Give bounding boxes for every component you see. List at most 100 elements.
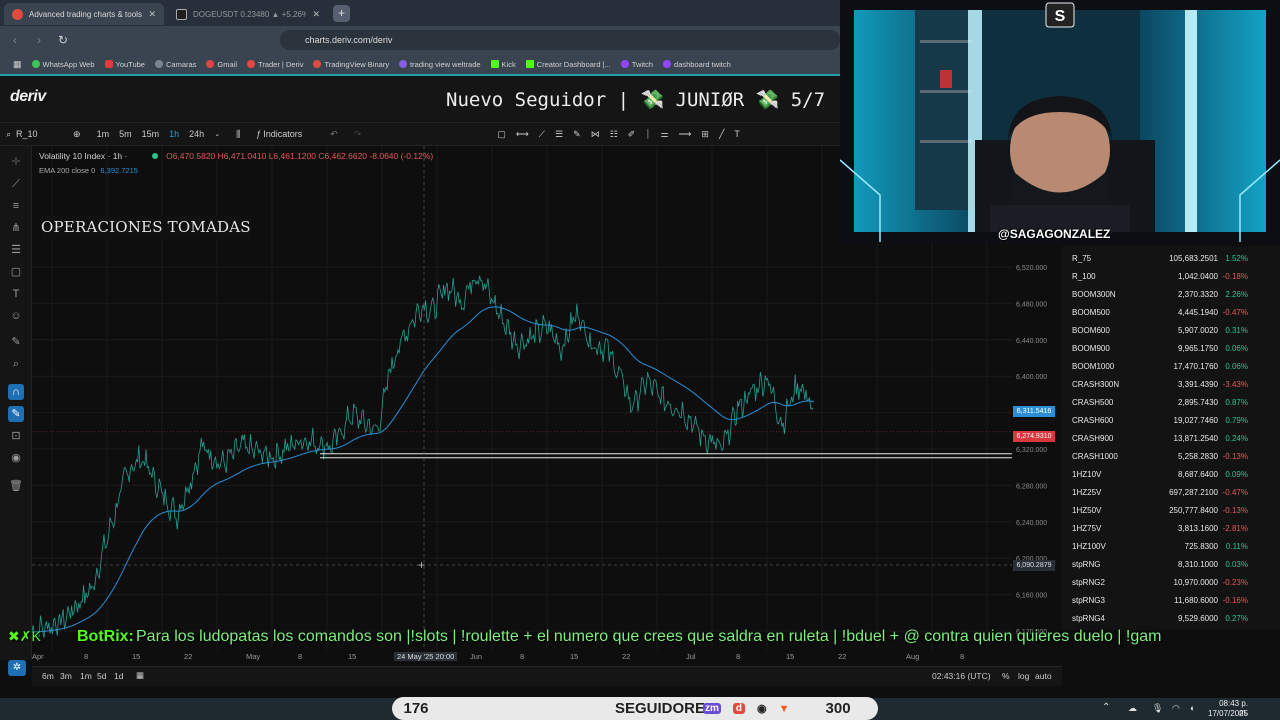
ruler-icon[interactable]: ✎ xyxy=(8,334,24,350)
watchlist-row[interactable]: 1HZ50V 250,777.8400 -0.13% xyxy=(1062,502,1280,520)
bookmark-item[interactable]: Twitch xyxy=(618,60,656,69)
timeframe-1m[interactable]: 1m xyxy=(92,129,115,139)
chart-type-icon[interactable]: ⫼ xyxy=(231,129,245,140)
bookmark-item[interactable]: YouTube xyxy=(102,60,148,69)
ema-legend[interactable]: EMA 200 close 0 6,392.7215 xyxy=(39,166,138,175)
volume-icon[interactable]: ◖ xyxy=(1189,703,1194,713)
mic-icon[interactable]: 🎙 xyxy=(1152,703,1163,714)
watchlist-row[interactable]: stpRNG3 11,680.6000 -0.16% xyxy=(1062,592,1280,610)
deriv-logo[interactable]: deriv xyxy=(10,88,46,106)
taskbar-date[interactable]: 17/07/2025 xyxy=(1208,709,1248,718)
bookmark-item[interactable]: dashboard twitch xyxy=(660,60,734,69)
ray-icon[interactable]: ⟶ xyxy=(674,129,697,140)
draw-pen-icon[interactable]: ✐ xyxy=(623,129,641,140)
zoom-icon[interactable]: ⌕ xyxy=(8,356,24,372)
chevron-down-icon[interactable]: ⌄ xyxy=(209,130,225,138)
watchlist-row[interactable]: 1HZ100V 725.8300 0.11% xyxy=(1062,538,1280,556)
text-tool-icon[interactable]: T xyxy=(729,129,745,139)
add-symbol-icon[interactable]: ⊕ xyxy=(68,129,86,140)
watchlist-row[interactable]: CRASH500 2,895.7430 0.87% xyxy=(1062,394,1280,412)
watchlist-row[interactable]: stpRNG 8,310.1000 0.03% xyxy=(1062,556,1280,574)
range-3m[interactable]: 3m xyxy=(60,671,72,681)
calendar-icon[interactable]: ▦ xyxy=(136,670,144,681)
new-tab-button[interactable]: + xyxy=(333,5,350,22)
watchlist-row[interactable]: BOOM900 9,965.1750 0.06% xyxy=(1062,340,1280,358)
tab-tradingview[interactable]: DOGEUSDT 0.23480 ▲ +5.26% Saga ✕ xyxy=(168,3,328,25)
bookmark-item[interactable]: TradingView Binary xyxy=(310,60,392,69)
watchlist-row[interactable]: 1HZ25V 697,287.2100 -0.47% xyxy=(1062,484,1280,502)
url-field[interactable]: charts.deriv.com/deriv xyxy=(280,30,840,50)
parallel-lines-icon[interactable]: ≡ xyxy=(8,198,24,214)
vline-icon[interactable]: ⏐ xyxy=(640,129,655,140)
timeframe-1h[interactable]: 1h xyxy=(164,129,184,139)
crosshair-icon[interactable]: ✛ xyxy=(8,154,24,170)
watchlist-row[interactable]: CRASH300N 3,391.4390 -3.43% xyxy=(1062,376,1280,394)
watchlist-row[interactable]: CRASH1000 5,258.2830 -0.13% xyxy=(1062,448,1280,466)
magnet-icon[interactable]: ∩ xyxy=(8,384,24,400)
watchlist-row[interactable]: BOOM600 5,907.0020 0.31% xyxy=(1062,322,1280,340)
line-icon[interactable]: ⟋ xyxy=(8,176,24,192)
auto-scale-toggle[interactable]: auto xyxy=(1035,671,1052,681)
bookmark-item[interactable]: Gmail xyxy=(203,60,240,69)
watchlist-row[interactable]: 1HZ75V 3,813.1600 -2.81% xyxy=(1062,520,1280,538)
apps-grid-icon[interactable]: ▦ xyxy=(10,59,25,70)
reload-icon[interactable]: ↻ xyxy=(56,33,70,47)
eye-icon[interactable]: ◉ xyxy=(8,450,24,466)
watchlist-row[interactable]: stpRNG2 10,970.0000 -0.23% xyxy=(1062,574,1280,592)
timeframe-5m[interactable]: 5m xyxy=(114,129,137,139)
watchlist-row[interactable]: BOOM1000 17,470.1760 0.06% xyxy=(1062,358,1280,376)
range-1m[interactable]: 1m xyxy=(80,671,92,681)
fork-icon[interactable]: ⋔ xyxy=(8,220,24,236)
indicators-icon[interactable]: ƒ xyxy=(251,129,263,139)
draw-brush-icon[interactable]: ✎ xyxy=(568,129,586,140)
multiline-icon[interactable]: ☰ xyxy=(8,242,24,258)
range-6m[interactable]: 6m xyxy=(42,671,54,681)
timeframe-24h[interactable]: 24h xyxy=(184,129,209,139)
draw-pattern-icon[interactable]: ⋈ xyxy=(586,129,605,140)
line-tool-icon[interactable]: ╱ xyxy=(714,129,729,140)
log-scale-toggle[interactable]: log xyxy=(1018,671,1029,681)
draw-hline-icon[interactable]: ⟷ xyxy=(511,129,534,140)
watchlist-row[interactable]: CRASH600 19,027.7460 0.79% xyxy=(1062,412,1280,430)
keep-drawing-icon[interactable]: ✎ xyxy=(8,406,24,422)
watchlist-row[interactable]: CRASH900 13,871.2540 0.24% xyxy=(1062,430,1280,448)
range-5d[interactable]: 5d xyxy=(97,671,106,681)
forward-icon[interactable]: › xyxy=(32,33,46,47)
close-tab-icon[interactable]: ✕ xyxy=(312,9,320,20)
bookmark-item[interactable]: Trader | Deriv xyxy=(244,60,306,69)
symbol-search[interactable]: R_10 xyxy=(16,129,68,139)
watchlist-row[interactable]: BOOM500 4,445.1940 -0.47% xyxy=(1062,304,1280,322)
text-icon[interactable]: T xyxy=(8,286,24,302)
percent-scale-toggle[interactable]: % xyxy=(1002,671,1010,681)
bookmark-item[interactable]: Kick xyxy=(488,60,519,69)
grid-icon[interactable]: ⊞ xyxy=(696,129,714,140)
tab-deriv[interactable]: Advanced trading charts & tools ✕ xyxy=(4,3,164,25)
back-icon[interactable]: ‹ xyxy=(8,33,22,47)
watchlist-row[interactable]: 1HZ10V 8,687.6400 0.09% xyxy=(1062,466,1280,484)
undo-icon[interactable]: ↶ xyxy=(325,129,343,140)
measure-icon[interactable]: ⚌ xyxy=(655,129,673,140)
close-tab-icon[interactable]: ✕ xyxy=(148,9,156,20)
onedrive-icon[interactable]: ☁ xyxy=(1128,703,1137,714)
draw-channel-icon[interactable]: ☰ xyxy=(550,129,568,140)
watchlist-row[interactable]: R_100 1,042.0400 -0.18% xyxy=(1062,268,1280,286)
indicators-button[interactable]: Indicators xyxy=(263,129,307,139)
lock-icon[interactable]: ⊡ xyxy=(8,428,24,444)
tray-chevron-icon[interactable]: ⌃ xyxy=(1102,702,1110,713)
watchlist-row[interactable]: R_75 105,683.2501 1.52% xyxy=(1062,250,1280,268)
draw-rect-icon[interactable]: ▢ xyxy=(492,129,511,140)
search-icon[interactable]: ⌕ xyxy=(0,129,16,140)
bookmark-item[interactable]: trading view weltrade xyxy=(396,60,483,69)
draw-trend-icon[interactable]: ⟋ xyxy=(534,129,550,140)
bookmark-item[interactable]: WhatsApp Web xyxy=(29,60,98,69)
watchlist-row[interactable]: BOOM300N 2,370.3320 2.26% xyxy=(1062,286,1280,304)
emoji-icon[interactable]: ☺ xyxy=(8,308,24,324)
bookmark-item[interactable]: Creator Dashboard |... xyxy=(523,60,614,69)
redo-icon[interactable]: ↷ xyxy=(349,129,367,140)
range-1d[interactable]: 1d xyxy=(114,671,123,681)
bookmark-item[interactable]: Camaras xyxy=(152,60,199,69)
wifi-icon[interactable]: ◠ xyxy=(1172,703,1180,714)
chart-settings-icon[interactable]: ✲ xyxy=(8,660,26,676)
fibonacci-icon[interactable]: ☷ xyxy=(605,129,623,140)
timeframe-15m[interactable]: 15m xyxy=(137,129,165,139)
